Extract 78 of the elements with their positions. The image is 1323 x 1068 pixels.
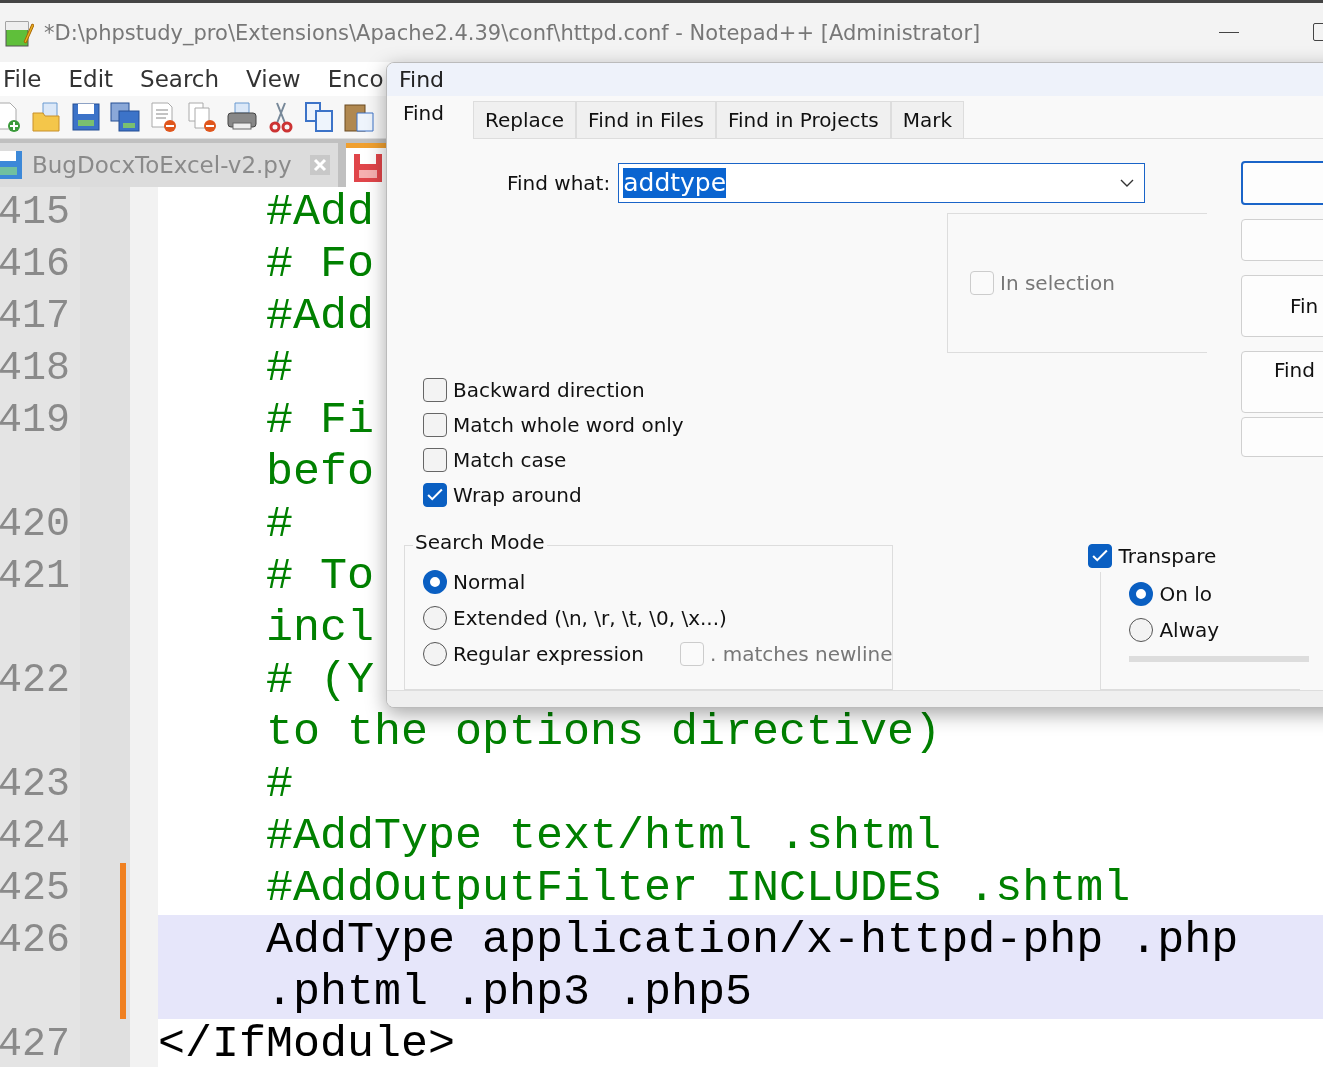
line-number: 417 [0,293,71,341]
line-number: 420 [0,501,71,549]
tab-label: BugDocxToExcel-v2.py [32,152,292,178]
option-label: Match whole word only [453,413,684,438]
line-number: 415 [0,189,71,237]
code-text: # Fi [265,395,375,447]
menu-item[interactable]: File [0,66,56,92]
menu-item[interactable]: Search [137,66,234,92]
code-text: # [265,499,294,551]
radio-button[interactable] [423,642,447,667]
checkbox[interactable] [423,413,447,438]
option-label: Backward direction [453,378,645,403]
floppies-icon[interactable] [109,101,141,133]
dropdown-icon[interactable] [1120,179,1135,188]
code-text: </IfModule> [158,1019,456,1068]
option-label: Match case [453,448,567,473]
checkbox[interactable] [423,448,447,473]
line-number: 423 [0,761,71,809]
code-text: .phtml .php3 .php5 [265,967,753,1019]
dialog-title: Find [399,67,445,92]
radio-button[interactable] [423,606,447,631]
code-text: AddType application/x-httpd-php .php [265,915,1239,967]
option-label: . matches newline [709,642,893,667]
option-label: Extended (\n, \r, \t, \0, \x...) [453,606,727,631]
copy-icon[interactable] [304,101,336,133]
dialog-tab[interactable]: Find in Projects [715,101,891,139]
radio-button[interactable] [1129,582,1154,607]
line-number: 425 [0,865,71,913]
radio-button[interactable] [423,570,447,595]
code-text: #Add [265,291,375,343]
code-text: #AddType text/html .shtml [265,811,942,863]
code-text: befo [265,447,375,499]
code-text: to the options directive) [265,707,942,759]
dialog-button[interactable]: Fin [1241,275,1323,338]
close-all-icon[interactable] [187,101,219,133]
option-label: On lo [1159,582,1212,607]
code-text: incl [265,603,375,655]
option-label: Transpare [1118,544,1217,569]
unsaved-floppy-icon [351,151,384,184]
code-text: # [265,759,294,811]
menu-item[interactable]: Edit [65,66,128,92]
code-text: # To [265,551,375,603]
code-text: #Add [265,187,375,239]
checkbox[interactable] [1088,544,1113,569]
radio-button[interactable] [1129,618,1154,643]
floppy-icon [0,149,24,181]
line-number: 427 [0,1021,71,1068]
find-what-field[interactable]: addtype [618,163,1146,204]
dialog-tab[interactable]: Find [387,96,473,140]
code-text: # Fo [265,239,375,291]
floppy-icon[interactable] [70,101,102,133]
checkbox[interactable] [423,483,447,508]
line-number: 421 [0,553,71,601]
slider-track[interactable] [1129,656,1310,663]
line-number: 419 [0,397,71,445]
checkbox[interactable] [423,378,447,403]
code-text: #AddOutputFilter INCLUDES .shtml [265,863,1131,915]
option-label: Regular expression [453,642,644,667]
dialog-button[interactable]: Find [1241,351,1323,414]
option-label: Alway [1159,618,1220,643]
window-title: *D:\phpstudy_pro\Extensions\Apache2.4.39\conf\httpd.conf - Notepad++ [Administrator] [44,20,981,45]
clipboard-icon[interactable] [343,101,375,133]
line-number: 418 [0,345,71,393]
option-label: Normal [453,570,526,595]
option-label: In selection [1000,271,1115,296]
dialog-tab[interactable]: Mark [890,101,965,139]
line-number: 424 [0,813,71,861]
option-label: Wrap around [453,483,582,508]
code-text: # [265,343,294,395]
code-text: # (Y [265,655,375,707]
printer-icon[interactable] [226,101,258,133]
menu-item[interactable]: View [243,66,315,92]
find-what-label: Find what: [507,171,611,196]
line-number: 426 [0,917,71,965]
line-number: 416 [0,241,71,289]
dialog-tab[interactable]: Replace [473,101,577,139]
dialog-tab[interactable]: Find in Files [576,101,716,139]
line-number: 422 [0,657,71,705]
